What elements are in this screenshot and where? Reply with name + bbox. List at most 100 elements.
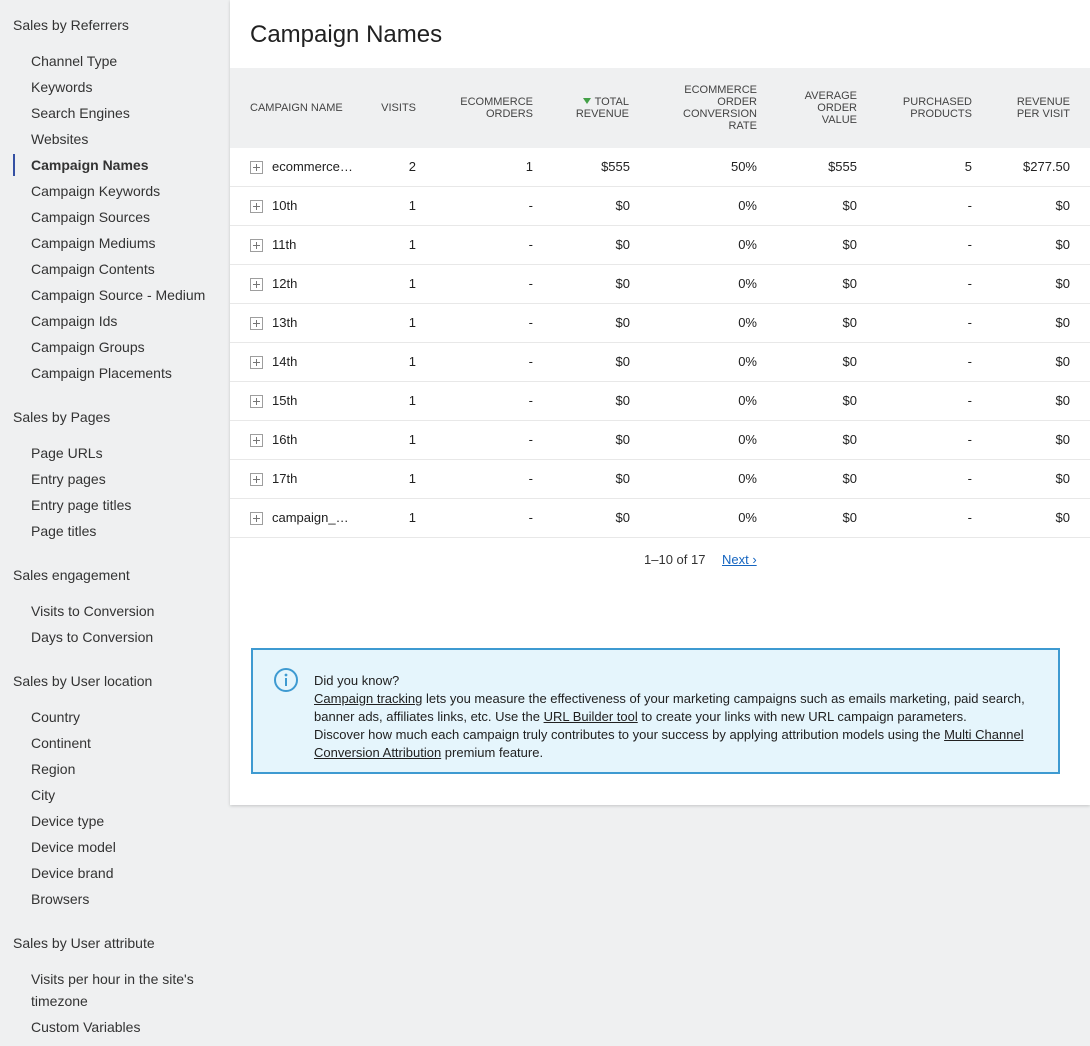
plus-square-icon[interactable] — [250, 395, 263, 408]
rpv-cell: $0 — [1055, 510, 1070, 525]
campaign-name-cell: 14th — [272, 355, 298, 369]
table-row[interactable]: 11th 1 - $0 0% $0 - $0 — [230, 226, 1090, 265]
aov-cell: $0 — [842, 354, 857, 369]
sidebar-item-visits-to-conversion[interactable]: Visits to Conversion — [31, 600, 154, 622]
sidebar-item-campaign-ids[interactable]: Campaign Ids — [31, 310, 117, 332]
aov-cell: $0 — [842, 198, 857, 213]
sidebar-item-campaign-groups[interactable]: Campaign Groups — [31, 336, 145, 358]
sidebar-item-websites[interactable]: Websites — [31, 128, 88, 150]
orders-cell: 1 — [525, 159, 533, 174]
table-row[interactable]: 10th 1 - $0 0% $0 - $0 — [230, 187, 1090, 226]
sidebar-item-country[interactable]: Country — [31, 706, 80, 728]
plus-square-icon[interactable] — [250, 278, 263, 291]
conv-cell: 0% — [738, 471, 757, 486]
conv-cell: 0% — [738, 354, 757, 369]
table-row[interactable]: 14th 1 - $0 0% $0 - $0 — [230, 343, 1090, 382]
col-header-line: PURCHASED — [902, 96, 972, 108]
sidebar-item-device-model[interactable]: Device model — [31, 836, 116, 858]
col-header-line: TOTAL — [594, 96, 629, 108]
aov-cell: $0 — [842, 315, 857, 330]
sidebar-item-keywords[interactable]: Keywords — [31, 76, 92, 98]
products-cell: - — [967, 354, 972, 369]
did-you-know-box: Did you know? Campaign tracking lets you… — [251, 648, 1060, 774]
campaign-name-cell: campaign_… — [272, 511, 349, 525]
visits-cell: 1 — [408, 354, 416, 369]
revenue-cell: $0 — [615, 354, 630, 369]
sidebar-section-title: Sales by User attribute — [13, 935, 155, 951]
campaign-tracking-link[interactable]: Campaign tracking — [314, 691, 422, 706]
sidebar-section-title: Sales by User location — [13, 673, 153, 689]
campaign-name-cell: 10th — [272, 199, 298, 213]
col-header-purchased-products[interactable]: PURCHASED PRODUCTS — [903, 96, 972, 120]
plus-square-icon[interactable] — [250, 239, 263, 252]
table-row[interactable]: 17th 1 - $0 0% $0 - $0 — [230, 460, 1090, 499]
next-page-link[interactable]: Next › — [722, 552, 757, 567]
info-circle-icon — [274, 668, 298, 692]
table-row[interactable]: 15th 1 - $0 0% $0 - $0 — [230, 382, 1090, 421]
plus-square-icon[interactable] — [250, 434, 263, 447]
sidebar-item-visits-per-hour-in-the-site-s-timezone[interactable]: Visits per hour in the site's timezone — [31, 968, 211, 1012]
products-cell: - — [967, 393, 972, 408]
table-row[interactable]: campaign_… 1 - $0 0% $0 - $0 — [230, 499, 1090, 538]
sidebar-item-campaign-keywords[interactable]: Campaign Keywords — [31, 180, 160, 202]
sidebar-item-entry-pages[interactable]: Entry pages — [31, 468, 106, 490]
rpv-cell: $0 — [1055, 471, 1070, 486]
sidebar-item-device-type[interactable]: Device type — [31, 810, 104, 832]
plus-square-icon[interactable] — [250, 473, 263, 486]
plus-square-icon[interactable] — [250, 200, 263, 213]
sidebar-item-search-engines[interactable]: Search Engines — [31, 102, 130, 124]
sidebar-item-channel-type[interactable]: Channel Type — [31, 50, 117, 72]
sidebar-item-continent[interactable]: Continent — [31, 732, 91, 754]
conv-cell: 0% — [738, 276, 757, 291]
campaign-name-cell: 12th — [272, 277, 298, 291]
orders-cell: - — [528, 198, 533, 213]
col-header-conversion-rate[interactable]: ECOMMERCE ORDER CONVERSION RATE — [683, 84, 757, 132]
plus-square-icon[interactable] — [250, 356, 263, 369]
aov-cell: $0 — [842, 393, 857, 408]
plus-square-icon[interactable] — [250, 512, 263, 525]
url-builder-link[interactable]: URL Builder tool — [544, 709, 638, 724]
col-header-line: ORDER — [817, 102, 857, 114]
sidebar-item-campaign-source-medium[interactable]: Campaign Source - Medium — [31, 284, 205, 306]
sidebar-item-campaign-names[interactable]: Campaign Names — [31, 154, 148, 176]
sidebar-item-entry-page-titles[interactable]: Entry page titles — [31, 494, 131, 516]
sidebar-item-campaign-contents[interactable]: Campaign Contents — [31, 258, 155, 280]
aov-cell: $555 — [828, 159, 857, 174]
col-header-line: ORDERS — [485, 108, 533, 120]
col-header-line: ORDER — [717, 96, 757, 108]
col-header-revenue-per-visit[interactable]: REVENUE PER VISIT — [1017, 96, 1070, 120]
table-header: CAMPAIGN NAME VISITS ECOMMERCE ORDERS TO… — [230, 68, 1090, 148]
plus-square-icon[interactable] — [250, 317, 263, 330]
col-header-line: PER VISIT — [1016, 108, 1070, 120]
info-text-span: premium feature. — [441, 745, 544, 760]
sidebar-item-page-urls[interactable]: Page URLs — [31, 442, 103, 464]
col-header-average-order-value[interactable]: AVERAGE ORDER VALUE — [805, 90, 857, 126]
sidebar-item-browsers[interactable]: Browsers — [31, 888, 89, 910]
sidebar-item-device-brand[interactable]: Device brand — [31, 862, 114, 884]
info-text: Did you know? Campaign tracking lets you… — [314, 672, 1039, 762]
sidebar-item-campaign-sources[interactable]: Campaign Sources — [31, 206, 150, 228]
col-header-line: VALUE — [821, 114, 857, 126]
sidebar-item-custom-variables[interactable]: Custom Variables — [31, 1016, 140, 1038]
sidebar-item-region[interactable]: Region — [31, 758, 75, 780]
table-row[interactable]: 12th 1 - $0 0% $0 - $0 — [230, 265, 1090, 304]
sidebar-item-page-titles[interactable]: Page titles — [31, 520, 96, 542]
revenue-cell: $0 — [615, 237, 630, 252]
col-header-visits[interactable]: VISITS — [381, 102, 416, 114]
plus-square-icon[interactable] — [250, 161, 263, 174]
revenue-cell: $0 — [615, 510, 630, 525]
table-row[interactable]: ecommerce… 2 1 $555 50% $555 5 $277.50 — [230, 148, 1090, 187]
table-row[interactable]: 13th 1 - $0 0% $0 - $0 — [230, 304, 1090, 343]
aov-cell: $0 — [842, 432, 857, 447]
revenue-cell: $0 — [615, 432, 630, 447]
col-header-campaign-name[interactable]: CAMPAIGN NAME — [250, 102, 343, 114]
col-header-ecommerce-orders[interactable]: ECOMMERCE ORDERS — [460, 96, 533, 120]
orders-cell: - — [528, 510, 533, 525]
sidebar-item-city[interactable]: City — [31, 784, 55, 806]
table-row[interactable]: 16th 1 - $0 0% $0 - $0 — [230, 421, 1090, 460]
revenue-cell: $0 — [615, 315, 630, 330]
col-header-total-revenue[interactable]: TOTAL REVENUE — [576, 96, 629, 120]
sidebar-item-days-to-conversion[interactable]: Days to Conversion — [31, 626, 153, 648]
sidebar-item-campaign-mediums[interactable]: Campaign Mediums — [31, 232, 156, 254]
sidebar-item-campaign-placements[interactable]: Campaign Placements — [31, 362, 172, 384]
